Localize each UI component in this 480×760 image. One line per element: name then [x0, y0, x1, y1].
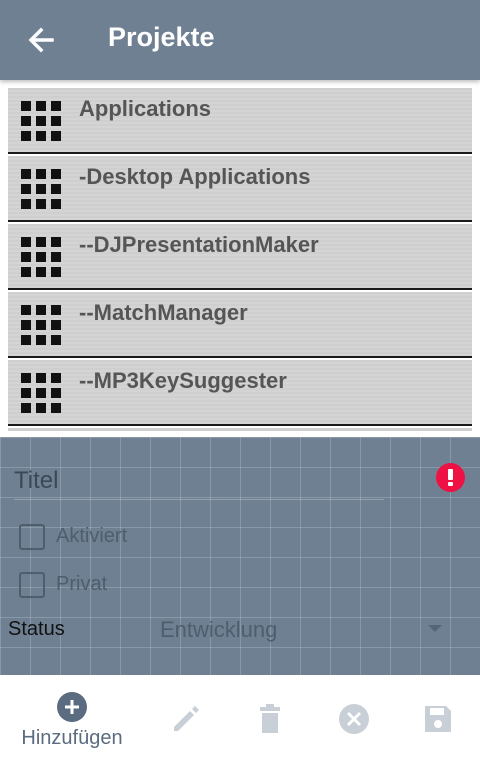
project-list[interactable]: Applications -Desktop Applications --DJP…	[0, 80, 480, 437]
arrow-left-icon	[28, 27, 54, 53]
save-button[interactable]	[418, 675, 458, 760]
back-button[interactable]	[22, 22, 62, 58]
add-button[interactable]: Hinzufügen	[9, 675, 135, 760]
status-dropdown[interactable]: Entwicklung	[160, 611, 450, 647]
pencil-icon	[174, 706, 199, 731]
add-button-label: Hinzufügen	[21, 727, 123, 749]
list-item[interactable]: --DJPresentationMaker	[8, 224, 472, 290]
list-item-label: --MP3KeySuggester	[79, 368, 287, 393]
list-item-label: --MatchManager	[79, 300, 248, 325]
plus-circle-icon	[57, 692, 87, 722]
grid-apps-icon	[21, 305, 61, 345]
list-item[interactable]: --MatchManager	[8, 292, 472, 358]
edit-button[interactable]	[166, 675, 206, 760]
list-item-label: Applications	[79, 96, 212, 121]
cancel-button[interactable]	[334, 675, 374, 760]
grid-apps-icon	[21, 373, 61, 413]
list-item[interactable]: Applications	[8, 88, 472, 154]
trash-icon	[260, 704, 280, 733]
page-title: Projekte	[108, 22, 215, 52]
delete-button[interactable]	[250, 675, 290, 760]
list-scroll-edge	[8, 428, 472, 431]
list-item[interactable]: -Desktop Applications	[8, 156, 472, 222]
checkbox-box[interactable]	[19, 572, 45, 598]
app-bar: Projekte	[0, 0, 480, 80]
floppy-disk-icon	[425, 706, 451, 732]
checkbox-label: Aktiviert	[56, 525, 128, 547]
list-item[interactable]: --MP3KeySuggester	[8, 360, 472, 426]
grid-apps-icon	[21, 169, 61, 209]
status-label: Status	[8, 618, 65, 640]
checkbox-label: Privat	[56, 573, 108, 595]
grid-apps-icon	[21, 101, 61, 141]
exclamation-circle-icon	[436, 463, 465, 492]
list-item-label: -Desktop Applications	[79, 164, 311, 189]
title-underline	[14, 499, 384, 500]
list-item-label: --DJPresentationMaker	[79, 232, 319, 257]
chevron-down-icon	[428, 625, 442, 632]
bottom-action-bar: Hinzufügen	[0, 675, 480, 760]
status-selected-value: Entwicklung	[160, 617, 278, 642]
x-circle-icon	[339, 704, 369, 734]
checkbox-box[interactable]	[19, 524, 45, 550]
grid-apps-icon	[21, 237, 61, 277]
project-form: Aktiviert Privat Status Entwicklung	[0, 437, 480, 675]
title-input[interactable]	[14, 463, 394, 499]
